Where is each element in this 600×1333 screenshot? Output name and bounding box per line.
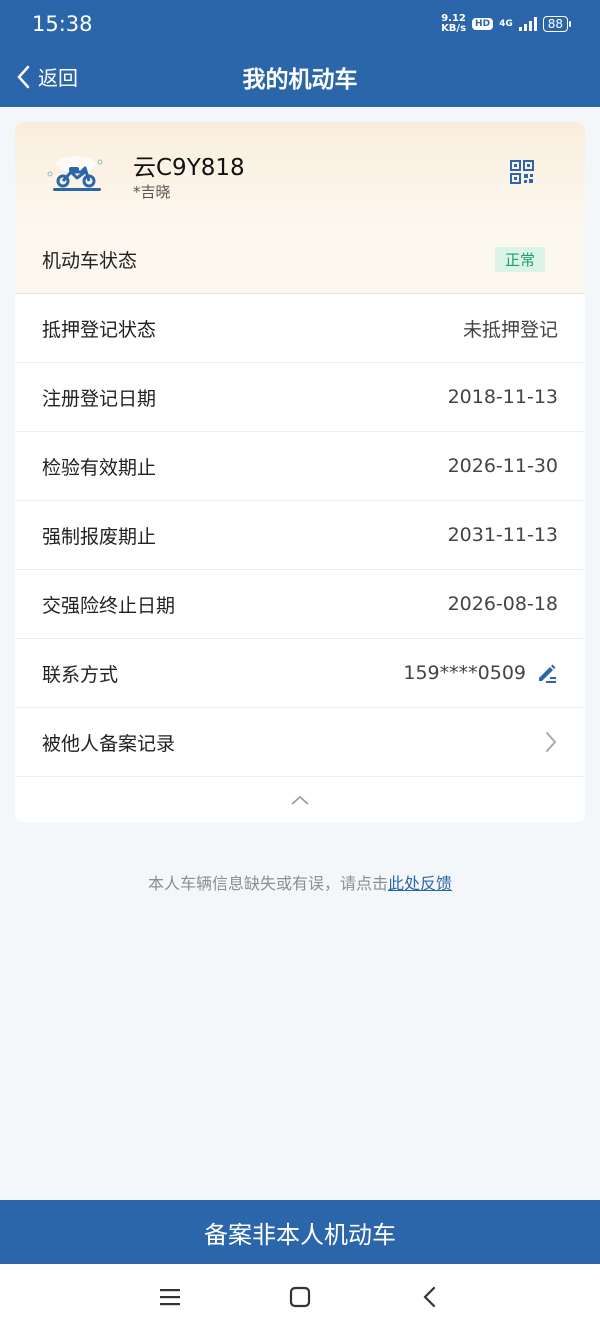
qr-code-icon[interactable]	[510, 160, 534, 184]
system-nav-bar	[0, 1264, 600, 1333]
row-label: 被他人备案记录	[42, 732, 176, 755]
collapse-toggle[interactable]	[15, 777, 585, 822]
row-value: 2031-11-13	[447, 524, 558, 546]
feedback-link[interactable]: 此处反馈	[388, 874, 452, 893]
motorcycle-icon	[47, 156, 103, 191]
row-value: 2026-08-18	[447, 593, 558, 615]
phone-number: 159****0509	[403, 662, 526, 684]
status-time: 15:38	[32, 12, 93, 36]
chevron-right-icon	[546, 732, 557, 752]
feedback-note: 本人车辆信息缺失或有误，请点击此处反馈	[0, 870, 600, 894]
status-icons: 9.12 KB/s HD 4G 88	[441, 13, 572, 34]
row-label: 机动车状态	[42, 249, 138, 272]
nav-bar: 返回 我的机动车	[0, 52, 600, 100]
menu-icon[interactable]	[158, 1286, 182, 1308]
hd-icon: HD	[472, 18, 494, 30]
network-speed: 9.12 KB/s	[441, 13, 467, 34]
row-filing-records[interactable]: 被他人备案记录	[15, 708, 585, 777]
row-scrap-deadline: 强制报废期止 2031-11-13	[15, 501, 585, 570]
header-bar: 15:38 9.12 KB/s HD 4G 88 返回 我的机动车	[0, 0, 600, 107]
battery-icon: 88	[542, 16, 572, 32]
row-label: 联系方式	[42, 663, 119, 686]
plate-number: 云C9Y818	[133, 155, 245, 181]
row-insurance-expiry: 交强险终止日期 2026-08-18	[15, 570, 585, 639]
row-vehicle-status: 机动车状态 正常	[15, 225, 585, 294]
signal-icon	[518, 17, 537, 31]
row-value: 未抵押登记	[462, 318, 558, 341]
home-icon[interactable]	[288, 1286, 312, 1308]
row-registration-date: 注册登记日期 2018-11-13	[15, 363, 585, 432]
vehicle-header: 云C9Y818 *吉晓	[15, 122, 585, 225]
row-label: 检验有效期止	[42, 456, 157, 479]
row-label: 注册登记日期	[42, 387, 157, 410]
edit-icon[interactable]	[536, 662, 558, 684]
row-contact[interactable]: 联系方式 159****0509	[15, 639, 585, 708]
row-label: 交强险终止日期	[42, 594, 176, 617]
owner-name: *吉晓	[133, 183, 171, 201]
vehicle-card: 云C9Y818 *吉晓 机动车状态 正常 抵押登记状态 未抵押登记 注册登记日期…	[15, 122, 585, 822]
row-label: 强制报废期止	[42, 525, 157, 548]
back-nav-icon[interactable]	[418, 1286, 442, 1308]
row-mortgage-status: 抵押登记状态 未抵押登记	[15, 294, 585, 363]
page-title: 我的机动车	[242, 67, 358, 93]
row-value: 2026-11-30	[447, 455, 558, 477]
network-type: 4G	[499, 19, 513, 29]
status-badge: 正常	[494, 246, 545, 272]
feedback-text: 本人车辆信息缺失或有误，请点击	[147, 874, 388, 893]
row-value: 2018-11-13	[447, 386, 558, 408]
chevron-up-icon	[291, 795, 309, 805]
row-inspection-expiry: 检验有效期止 2026-11-30	[15, 432, 585, 501]
register-other-vehicle-button[interactable]: 备案非本人机动车	[0, 1200, 600, 1264]
row-label: 抵押登记状态	[42, 318, 157, 341]
